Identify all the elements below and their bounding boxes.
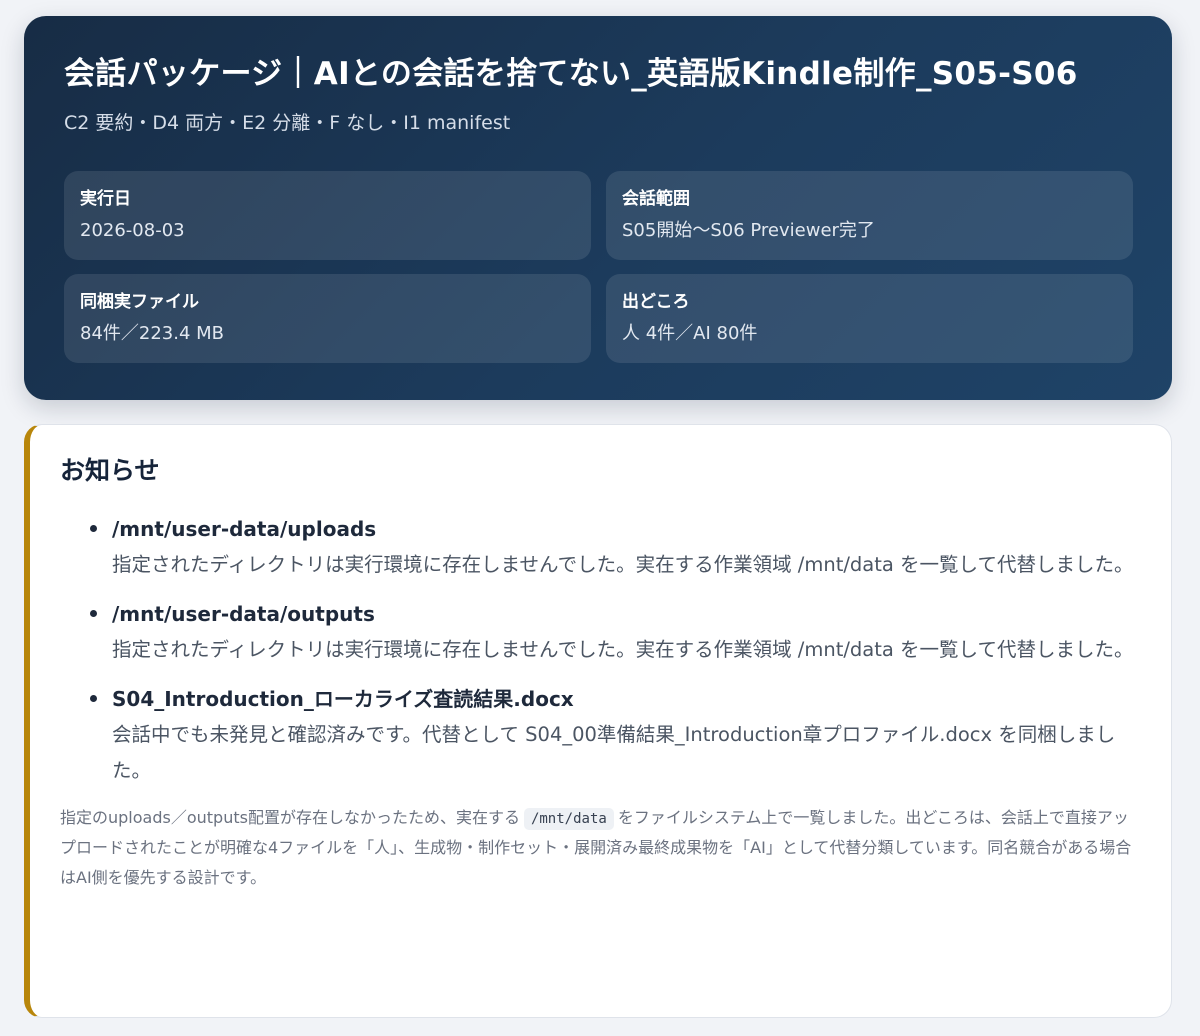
list-item: S04_Introduction_ローカライズ査読結果.docx 会話中でも未発… [60,681,1137,789]
footnote-text-before: 指定のuploads／outputs配置が存在しなかったため、実在する [60,808,520,827]
bullet-icon [90,525,97,532]
meta-card-conversation-range: 会話範囲 S05開始～S06 Previewer完了 [606,171,1133,260]
bullet-icon [90,610,97,617]
list-item: /mnt/user-data/uploads 指定されたディレクトリは実行環境に… [60,511,1137,583]
notice-item-title: S04_Introduction_ローカライズ査読結果.docx [112,687,574,711]
package-header: 会話パッケージ｜AIとの会話を捨てない_英語版Kindle制作_S05-S06 … [24,16,1172,400]
notice-item-description: 会話中でも未発見と確認済みです。代替として S04_00準備結果_Introdu… [112,723,1116,782]
meta-grid: 実行日 2026-08-03 会話範囲 S05開始～S06 Previewer完… [64,171,1133,363]
list-item: /mnt/user-data/outputs 指定されたディレクトリは実行環境に… [60,596,1137,668]
bullet-icon [90,695,97,702]
notice-item-title: /mnt/user-data/uploads [112,517,377,541]
notice-footnote: 指定のuploads／outputs配置が存在しなかったため、実在する/mnt/… [60,803,1137,893]
notice-item-description: 指定されたディレクトリは実行環境に存在しませんでした。実在する作業領域 /mnt… [112,553,1134,576]
page-subtitle: C2 要約・D4 両方・E2 分離・F なし・I1 manifest [64,112,511,134]
meta-card-origin: 出どころ 人 4件／AI 80件 [606,274,1133,363]
meta-value: S05開始～S06 Previewer完了 [622,220,875,241]
notice-title: お知らせ [60,456,160,485]
meta-label: 出どころ [622,292,690,312]
meta-card-run-date: 実行日 2026-08-03 [64,171,591,260]
meta-value: 2026-08-03 [80,220,185,241]
meta-value: 84件／223.4 MB [80,323,225,344]
path-code: /mnt/data [523,808,614,830]
meta-card-bundled-files: 同梱実ファイル 84件／223.4 MB [64,274,591,363]
meta-label: 会話範囲 [622,189,690,209]
notice-item-description: 指定されたディレクトリは実行環境に存在しませんでした。実在する作業領域 /mnt… [112,638,1134,661]
page-title: 会話パッケージ｜AIとの会話を捨てない_英語版Kindle制作_S05-S06 [64,56,1078,92]
notice-list: /mnt/user-data/uploads 指定されたディレクトリは実行環境に… [60,511,1137,789]
meta-label: 実行日 [80,189,131,209]
meta-value: 人 4件／AI 80件 [622,323,758,344]
notice-panel: お知らせ /mnt/user-data/uploads 指定されたディレクトリは… [24,424,1172,1018]
meta-label: 同梱実ファイル [80,292,199,312]
notice-item-title: /mnt/user-data/outputs [112,602,375,626]
